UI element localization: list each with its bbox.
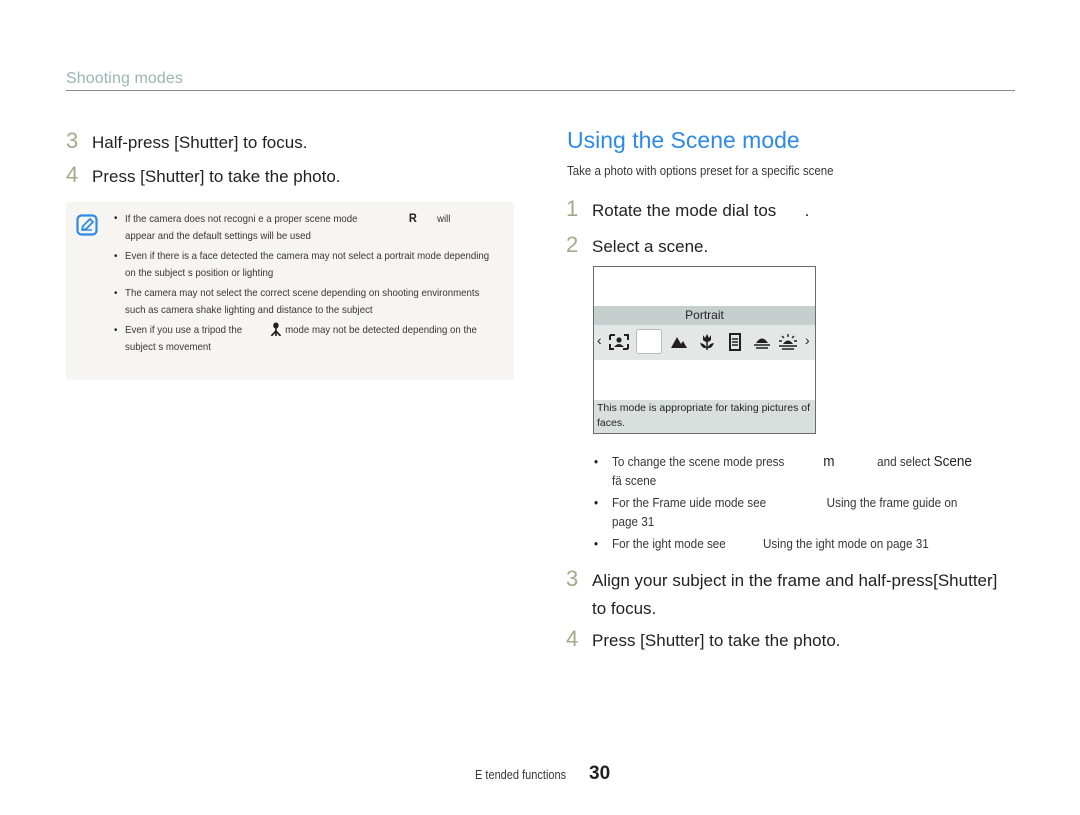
smart-portrait-icon[interactable] [608, 333, 630, 351]
footer-section-label: E tended functions [475, 768, 567, 782]
left-step-3: 3 Half-press [Shutter] to focus. [66, 128, 307, 157]
scene-icon-bar: ‹ › [594, 325, 815, 360]
note-list: If the camera does not recogni e a prope… [114, 210, 509, 359]
step-text: Press [Shutter] to take the photo. [92, 167, 341, 186]
page-number: 30 [589, 763, 611, 784]
note-item: The camera may not select the correct sc… [114, 285, 500, 319]
note-item: If the camera does not recogni e a prope… [114, 210, 500, 245]
note-box: If the camera does not recogni e a prope… [66, 202, 514, 380]
page-title: Using the Scene mode [567, 127, 800, 153]
step-text: Select a scene. [592, 237, 709, 256]
selected-scene-label: Portrait [594, 306, 815, 325]
step-text: Half-press [Shutter] to focus. [92, 133, 308, 152]
step-number: 1 [566, 196, 579, 221]
camera-screen: Portrait ‹ › This mode is appropriate fo… [593, 266, 816, 434]
step-text: Align your subject in the frame and half… [592, 567, 997, 623]
note-text: If the camera does not recogni e a prope… [125, 213, 358, 225]
note-item: Even if you use a tripod the mode may no… [114, 322, 500, 356]
tip-item: To change the scene mode press m and sel… [594, 452, 1008, 490]
step-text-line1: Align your subject in the frame and half… [592, 571, 998, 590]
right-step-4: 4 Press [Shutter] to take the photo. [566, 626, 841, 655]
right-step-3: 3 Align your subject in the frame and ha… [566, 566, 997, 623]
note-pencil-icon [76, 214, 98, 236]
right-step-2: 2 Select a scene. [566, 232, 708, 261]
step-text: Press [Shutter] to take the photo. [592, 631, 841, 650]
tip-text: page 31 [612, 514, 655, 529]
tripod-icon [270, 322, 282, 336]
cross-reference-link[interactable]: Using the ight mode on page 31 [763, 536, 929, 551]
scene-recognition-glyph: R [408, 211, 417, 225]
header-divider [66, 90, 1015, 91]
selected-blank-icon[interactable] [636, 329, 662, 354]
step-number: 3 [566, 566, 579, 591]
cross-reference-link[interactable]: Using the frame guide on [827, 495, 958, 510]
tip-text: fä scene [612, 473, 657, 488]
step-number: 4 [566, 626, 579, 651]
step-text: Rotate the mode dial tos . [592, 201, 810, 220]
section-header: Shooting modes [66, 70, 184, 87]
tip-text: For the Frame uide mode see [612, 495, 767, 510]
tip-item: For the Frame uide mode see Using the fr… [594, 493, 1008, 531]
right-step-1: 1 Rotate the mode dial tos . [566, 196, 809, 225]
note-item: Even if there is a face detected the cam… [114, 248, 500, 282]
menu-key-glyph: m [823, 453, 835, 470]
step-text-line2: to focus. [592, 599, 657, 618]
tip-text: For the ight mode see [612, 536, 726, 551]
tips-list: To change the scene mode press m and sel… [594, 452, 1014, 556]
step-number: 2 [566, 232, 579, 257]
text-document-icon[interactable] [728, 333, 742, 351]
right-arrow-icon[interactable]: › [805, 331, 810, 349]
tip-text: and select [877, 454, 931, 469]
left-arrow-icon[interactable]: ‹ [597, 331, 602, 349]
step-number: 4 [66, 162, 79, 187]
scene-menu-label: Scene [933, 453, 972, 470]
note-text: will [437, 213, 451, 225]
page-subtitle: Take a photo with options preset for a s… [567, 164, 834, 178]
left-step-4: 4 Press [Shutter] to take the photo. [66, 162, 341, 191]
dawn-icon[interactable] [778, 333, 798, 351]
step-number: 3 [66, 128, 79, 153]
sunset-icon[interactable] [753, 333, 771, 351]
note-text: Even if you use a tripod the [125, 324, 243, 336]
note-text: appear and the default settings will be … [125, 230, 311, 242]
tip-item: For the ight mode see Using the ight mod… [594, 534, 1008, 553]
macro-flower-icon[interactable] [698, 333, 716, 351]
tip-text: To change the scene mode press [612, 454, 785, 469]
scene-description: This mode is appropriate for taking pict… [594, 400, 815, 433]
landscape-icon[interactable] [670, 333, 688, 351]
